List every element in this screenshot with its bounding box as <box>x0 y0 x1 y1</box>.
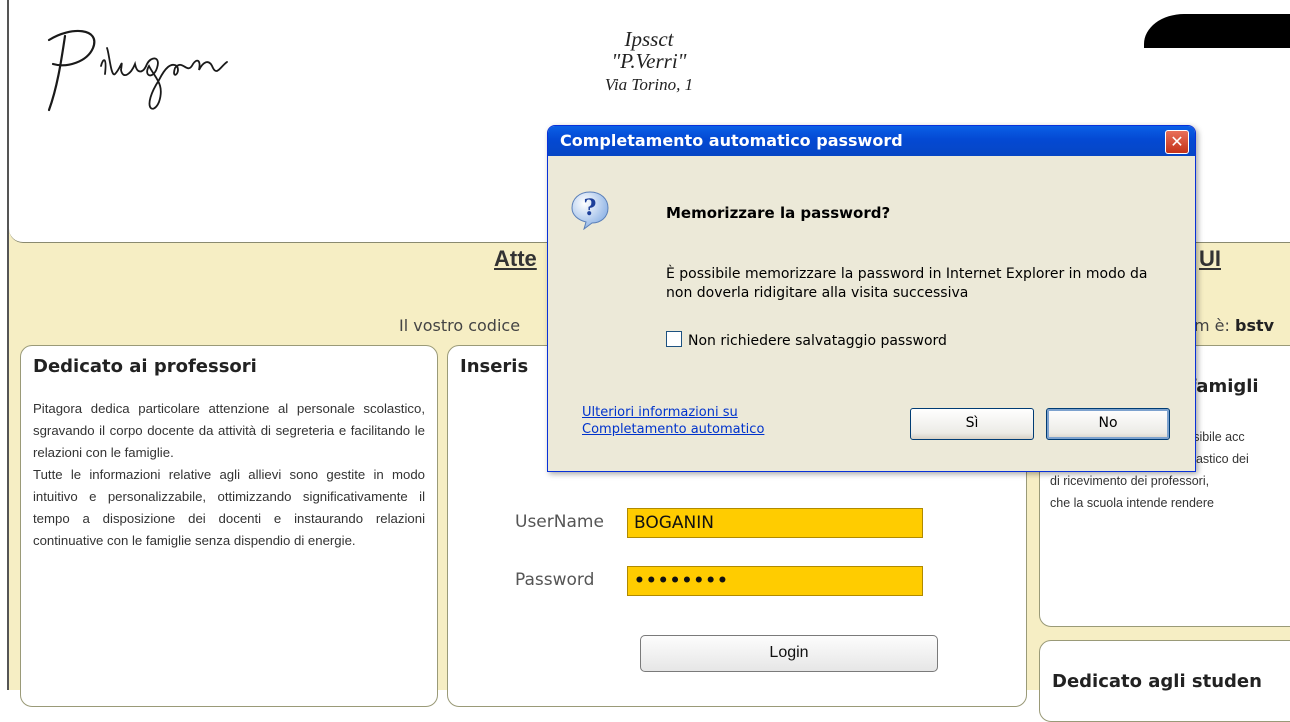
login-heading: Inseris <box>460 356 529 377</box>
link-line[interactable]: Ulteriori informazioni su <box>582 404 764 421</box>
dialog-titlebar[interactable]: Completamento automatico password ✕ <box>548 126 1195 156</box>
username-input[interactable]: BOGANIN <box>627 508 923 538</box>
username-label: UserName <box>515 512 604 532</box>
more-info-link[interactable]: Ulteriori informazioni su Completamento … <box>582 404 764 438</box>
close-icon[interactable]: ✕ <box>1165 130 1189 154</box>
school-name: Ipssct <box>624 27 674 51</box>
dialog-description: È possibile memorizzare la password in I… <box>666 266 1148 301</box>
dialog-title: Completamento automatico password <box>560 131 903 150</box>
password-label: Password <box>515 570 595 590</box>
professors-text: Pitagora dedica particolare attenzione a… <box>33 401 425 548</box>
dont-ask-checkbox[interactable]: Non richiedere salvataggio password <box>666 331 947 349</box>
checkbox-box[interactable] <box>666 331 682 347</box>
link-line[interactable]: Completamento automatico <box>582 421 764 438</box>
svg-text:?: ? <box>584 195 597 221</box>
dialog-question: Memorizzare la password? <box>666 204 891 222</box>
page-title-right: UI <box>1199 246 1221 271</box>
code-line-right: m è: bstv <box>1194 316 1274 335</box>
professors-heading: Dedicato ai professori <box>33 356 257 377</box>
students-panel: Dedicato agli studen <box>1039 640 1290 722</box>
password-input[interactable]: •••••••• <box>627 566 923 596</box>
checkbox-label[interactable]: Non richiedere salvataggio password <box>688 333 947 349</box>
no-button[interactable]: No <box>1046 408 1170 440</box>
page-title-left: Atte <box>494 246 537 271</box>
pitagora-logo <box>47 29 228 112</box>
school-address: Via Torino, 1 <box>604 75 694 94</box>
code-prefix: m è: <box>1194 316 1235 335</box>
professors-panel: Dedicato ai professori Pitagora dedica p… <box>20 345 438 707</box>
autocomplete-password-dialog: Completamento automatico password ✕ ? Me… <box>547 125 1196 472</box>
families-line: che la scuola intende rendere <box>1050 496 1215 510</box>
question-icon: ? <box>571 191 609 230</box>
code-value: bstv <box>1235 316 1275 335</box>
header-decoration <box>1144 14 1290 48</box>
yes-button[interactable]: Sì <box>910 408 1034 440</box>
families-line: di ricevimento dei professori, <box>1050 474 1210 488</box>
school-subname: "P.Verri" <box>611 49 687 73</box>
school-info: Ipssct "P.Verri" Via Torino, 1 <box>529 28 769 98</box>
code-line-left: Il vostro codice <box>399 316 521 335</box>
login-button[interactable]: Login <box>640 635 938 672</box>
students-heading: Dedicato agli studen <box>1052 671 1262 692</box>
